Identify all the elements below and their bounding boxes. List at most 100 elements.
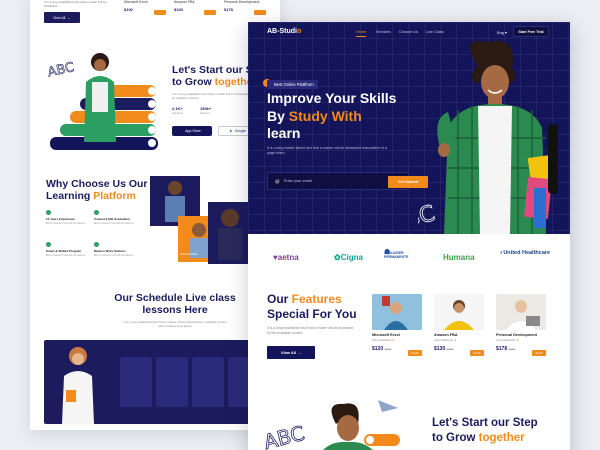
why-item-text: Mint ornament nostrud elit ullamco xyxy=(46,254,86,257)
email-input[interactable]: Enter your email xyxy=(284,179,312,183)
old-price: $100 xyxy=(508,347,516,351)
step-title: Let's Start our Step to Grow together xyxy=(432,416,538,446)
star-icon: ★ xyxy=(392,338,395,342)
course-title: Microsoft Excel xyxy=(372,333,401,337)
enroll-button[interactable] xyxy=(254,10,266,15)
why-photos xyxy=(150,176,250,264)
star-icon: ★ xyxy=(516,338,519,342)
course-instructor: Anne Matthews ★ xyxy=(434,338,484,342)
view-all-label: View All xyxy=(280,350,296,355)
start-free-trial-button[interactable]: Start Free Trial xyxy=(513,26,549,37)
stat-block: 150k+ Student xyxy=(200,106,211,115)
course-instructor: Anne Matthews ★ xyxy=(372,338,422,342)
background-page: It is a long established fact that a rea… xyxy=(30,0,280,430)
class-card[interactable] xyxy=(192,357,224,407)
nav-link-live-class[interactable]: Live Class xyxy=(426,30,444,34)
language-select[interactable]: Eng ▾ xyxy=(497,30,507,35)
hero-title-line2: By xyxy=(267,107,289,124)
enroll-button[interactable]: Enroll xyxy=(408,350,422,356)
teacher-illustration xyxy=(62,347,94,424)
why-item-text: Mint ornament nostrud elit ullamco xyxy=(94,254,134,257)
course-photo xyxy=(434,294,484,330)
schedule-title: Our Schedule Live class lessons Here xyxy=(100,292,250,316)
stat-block: 2.1K+ Students xyxy=(172,106,183,115)
why-item-title: 10 Years Experience xyxy=(46,217,75,221)
nav-link-choose-us[interactable]: Choose Us xyxy=(399,30,418,34)
partner-cigna: ✿Cigna xyxy=(334,253,363,262)
step-subtitle: It is a long established fact that a rea… xyxy=(172,92,249,100)
check-icon xyxy=(46,210,51,215)
mini-course-card[interactable]: Microsoft Excel $100 xyxy=(124,0,170,18)
svg-text:ABC: ABC xyxy=(46,60,75,80)
partner-united: ◐United Healthcare xyxy=(500,250,556,256)
view-all-label: View All xyxy=(53,15,66,20)
mini-course-card[interactable]: Personal Development $178 xyxy=(224,0,270,18)
why-item: 10 Years Experience Mint ornament nostrud… xyxy=(46,210,86,225)
strip-text: It is a long established fact that a rea… xyxy=(44,0,107,8)
stat-label: Students xyxy=(172,111,184,115)
chevron-down-icon: ▾ xyxy=(503,31,507,35)
app-store-button[interactable]: App Store xyxy=(172,126,212,136)
student-step-illustration: ABC xyxy=(261,400,400,450)
check-icon xyxy=(94,242,99,247)
partner-aetna: ♥aetna xyxy=(273,253,299,262)
google-play-label: Google xyxy=(234,129,246,133)
features-title-line2: Special For You xyxy=(267,307,357,321)
course-card[interactable]: Microsoft Excel Anne Matthews ★ $120 $10… xyxy=(372,294,422,364)
partner-label: Cigna xyxy=(340,253,363,262)
partner-humana: Humana xyxy=(443,253,475,262)
step-title-line1: Let's Start our Step xyxy=(432,417,538,429)
step-title-line2: to Grow xyxy=(432,432,479,444)
why-item: Trusted 3,000 Graduation Mint ornament no… xyxy=(94,210,134,225)
logo-text: AB-Studi xyxy=(267,28,297,35)
logo-accent: o xyxy=(296,28,302,35)
course-photo xyxy=(496,294,546,330)
why-title-line1: Why Choose Us Our xyxy=(46,178,148,190)
hero-tag: Best Online Plattfrom xyxy=(267,80,318,89)
mini-course-card[interactable]: Amazon FBA $100 xyxy=(174,0,220,18)
abc-doodle: ABC xyxy=(418,201,438,234)
hero-subtitle: It is a long establi lished fact that a … xyxy=(267,146,387,156)
why-item-title: Smart & Skilled Program xyxy=(46,249,82,253)
why-title-line2: Learning xyxy=(46,190,94,202)
enroll-button[interactable] xyxy=(154,10,166,15)
nav-link-home[interactable]: Home xyxy=(356,30,367,37)
schedule-title-line1: Our Schedule Live class xyxy=(114,292,236,304)
course-title: Amazon FBA xyxy=(434,333,458,337)
course-card[interactable]: Amazon FBA Anne Matthews ★ $130 $100 Enr… xyxy=(434,294,484,364)
hero-title-line3: learn xyxy=(267,125,301,141)
logo[interactable]: AB-Studio xyxy=(267,28,301,35)
course-title: Personal Development xyxy=(496,333,537,337)
enroll-button[interactable]: Enroll xyxy=(470,350,484,356)
why-item-title: Trusted 3,000 Graduation xyxy=(94,217,131,221)
why-item: Smart & Skilled Program Mint ornament nos… xyxy=(46,242,86,257)
course-image xyxy=(434,294,484,330)
enroll-button[interactable] xyxy=(204,10,216,15)
course-instructor: Anne Matthews ★ xyxy=(496,338,546,342)
check-icon xyxy=(46,242,51,247)
enroll-button[interactable]: Enroll xyxy=(532,350,546,356)
old-price: $100 xyxy=(446,347,454,351)
schedule-subtitle: It is a long established fact that a rea… xyxy=(123,320,227,328)
view-all-button[interactable]: View All → xyxy=(267,346,315,359)
price-value: $120 xyxy=(372,346,384,352)
instructor-name: Anne Matthews xyxy=(496,338,516,342)
features-title-line1: Our xyxy=(267,292,292,306)
course-title: Amazon FBA xyxy=(174,0,195,4)
instructor-name: Anne Matthews xyxy=(372,338,392,342)
course-photo xyxy=(372,294,422,330)
course-card[interactable]: Personal Development Anne Matthews ★ $17… xyxy=(496,294,546,364)
arrow-right-icon: → xyxy=(67,15,71,20)
class-card[interactable] xyxy=(120,357,152,407)
arrow-right-icon: → xyxy=(296,350,302,355)
price-value: $130 xyxy=(434,346,446,352)
class-card[interactable] xyxy=(156,357,188,407)
partner-label: aetna xyxy=(277,253,299,262)
nav-link-services[interactable]: Services xyxy=(376,30,391,34)
hero-title-line1: Improve Your Skills xyxy=(267,90,397,106)
hero-title-accent: Study With xyxy=(288,107,362,124)
schedule-banner xyxy=(44,340,278,424)
view-all-button[interactable]: View All → xyxy=(44,12,80,23)
features-subtitle: It is a long established fact that a rea… xyxy=(267,326,354,335)
step-title-accent: together xyxy=(478,432,525,444)
